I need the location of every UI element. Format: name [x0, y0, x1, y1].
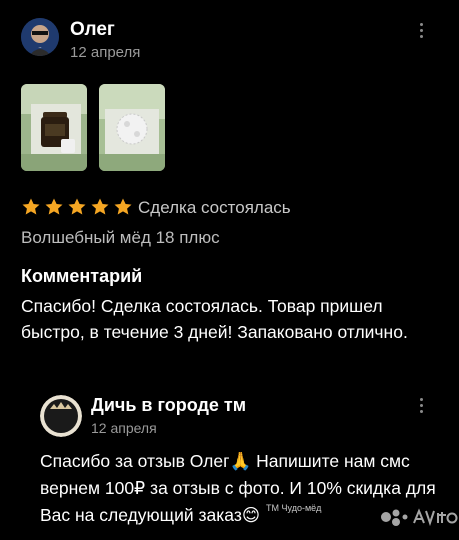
review-card: ~ Олег 12 апреля Сделка состоялась Волше…	[0, 0, 459, 540]
star-icon	[22, 198, 40, 215]
reply-date: 12 апреля	[91, 420, 157, 436]
comment-text: Спасибо! Сделка состоялась. Товар пришел…	[21, 296, 408, 342]
author-name[interactable]: Олег	[70, 19, 115, 41]
avito-logo-icon	[381, 508, 458, 527]
review-photo[interactable]	[21, 84, 87, 171]
deal-status: Сделка состоялась	[138, 198, 291, 217]
seller-name[interactable]: Дичь в городе тм	[91, 395, 246, 416]
star-icon	[114, 198, 132, 215]
star-icon	[68, 198, 86, 215]
user-avatar[interactable]: ~	[21, 18, 59, 56]
review-date: 12 апреля	[70, 44, 141, 61]
comment-heading: Комментарий	[21, 266, 143, 286]
more-options-icon[interactable]	[414, 395, 428, 421]
more-options-icon[interactable]	[414, 20, 428, 46]
watermark: ТМ Чудо-мёд	[266, 503, 322, 513]
star-icon	[91, 198, 109, 215]
review-photo[interactable]	[99, 84, 165, 171]
rating-stars	[21, 197, 136, 217]
star-icon	[45, 198, 63, 215]
svg-text:~: ~	[38, 45, 41, 50]
product-name[interactable]: Волшебный мёд 18 плюс	[21, 228, 220, 248]
seller-avatar[interactable]	[40, 395, 82, 437]
